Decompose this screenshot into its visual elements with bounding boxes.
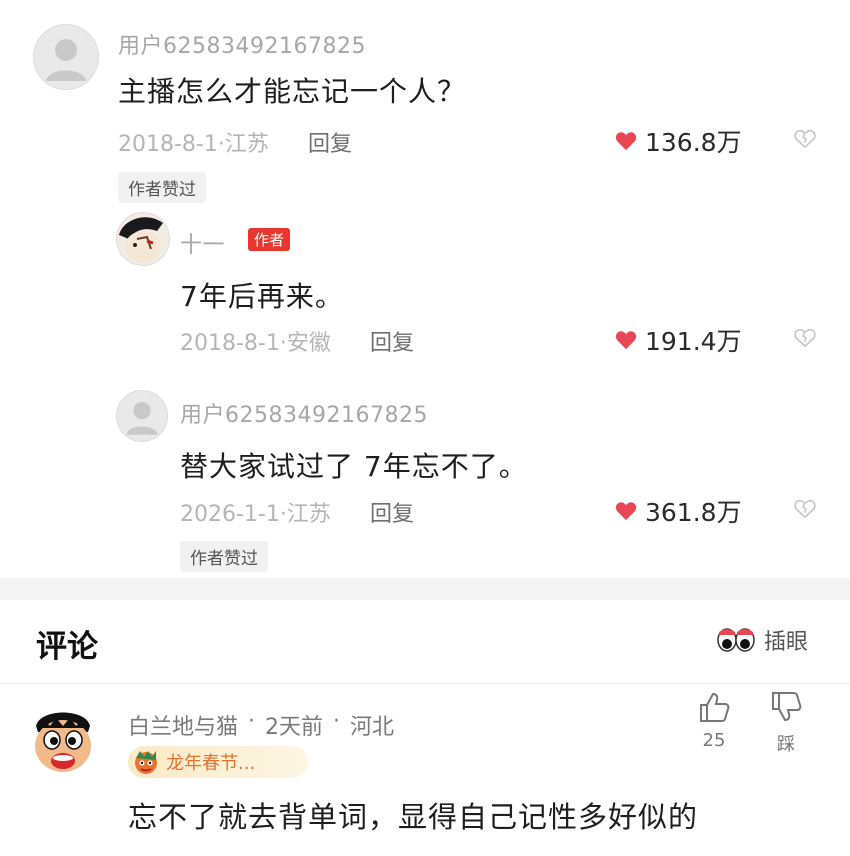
broken-heart-icon[interactable] [794,128,816,150]
comment-time: 2天前 [265,715,324,740]
like-count: 191.4万 [645,327,742,356]
comment-content: 7年后再来。 [180,280,344,313]
thumbs-up-icon [700,692,730,722]
heart-icon [615,132,637,151]
default-user-icon [46,39,86,81]
default-user-icon [126,401,158,435]
comment-username[interactable]: 白兰地与猫 [128,709,238,741]
broken-heart-icon[interactable] [794,498,816,520]
comment-username[interactable]: 用户62583492167825 [180,397,428,429]
like-button[interactable]: 136.8万 [615,123,742,159]
author-liked-label: 作者赞过 [118,172,206,203]
like-count: 361.8万 [645,498,742,527]
avatar[interactable] [30,706,96,776]
separator-dot: · [248,709,256,734]
comment-meta: 2026-1-1·江苏 [180,502,331,527]
author-avatar[interactable] [116,212,170,266]
thumbs-down-button[interactable]: 踩 [764,690,808,756]
broken-heart-icon[interactable] [794,327,816,349]
reply-button[interactable]: 回复 [308,126,352,158]
comment-content: 替大家试过了 7年忘不了。 [180,450,528,483]
like-button[interactable]: 191.4万 [615,322,742,358]
festival-badge-label: 龙年春节... [166,753,256,774]
reply-button[interactable]: 回复 [370,325,414,357]
comment-meta: 2018-8-1·江苏 [118,132,269,157]
comment-header: 白兰地与猫 · 2天前 · 河北 [128,709,394,741]
section-title: 评论 [36,629,98,665]
separator-dot: · [333,709,341,734]
comment-content: 忘不了就去背单词，显得自己记性多好似的 [128,800,699,834]
thumbs-down-icon [772,692,802,722]
like-button[interactable]: 361.8万 [615,493,742,529]
bookmark-label: 插眼 [764,630,809,655]
thumbs-up-button[interactable]: 25 [692,690,736,751]
comment-username[interactable]: 用户62583492167825 [118,28,366,60]
festival-badge[interactable]: 龙年春节... [128,746,308,778]
wangzai-face-icon [35,712,91,772]
comment-meta: 2018-8-1·安徽 [180,331,331,356]
heart-icon [615,331,637,350]
like-count: 25 [702,730,726,751]
comment-content: 主播怎么才能忘记一个人？ [118,75,467,108]
bookmark-button[interactable]: 插眼 [716,624,808,656]
eyes-icon [717,628,755,652]
avatar[interactable] [33,24,99,90]
like-count: 136.8万 [645,128,742,157]
avatar[interactable] [116,390,168,442]
cartoon-face-icon [119,217,163,263]
header-divider [0,683,850,684]
author-liked-label: 作者赞过 [180,541,268,572]
dislike-label: 踩 [777,734,795,755]
author-badge: 作者 [248,228,291,251]
section-divider [0,578,850,600]
comment-location: 河北 [350,715,395,740]
comment-username[interactable]: 十一 [180,227,225,259]
heart-icon [615,502,637,521]
lion-dance-icon [135,751,157,774]
reply-button[interactable]: 回复 [370,496,414,528]
